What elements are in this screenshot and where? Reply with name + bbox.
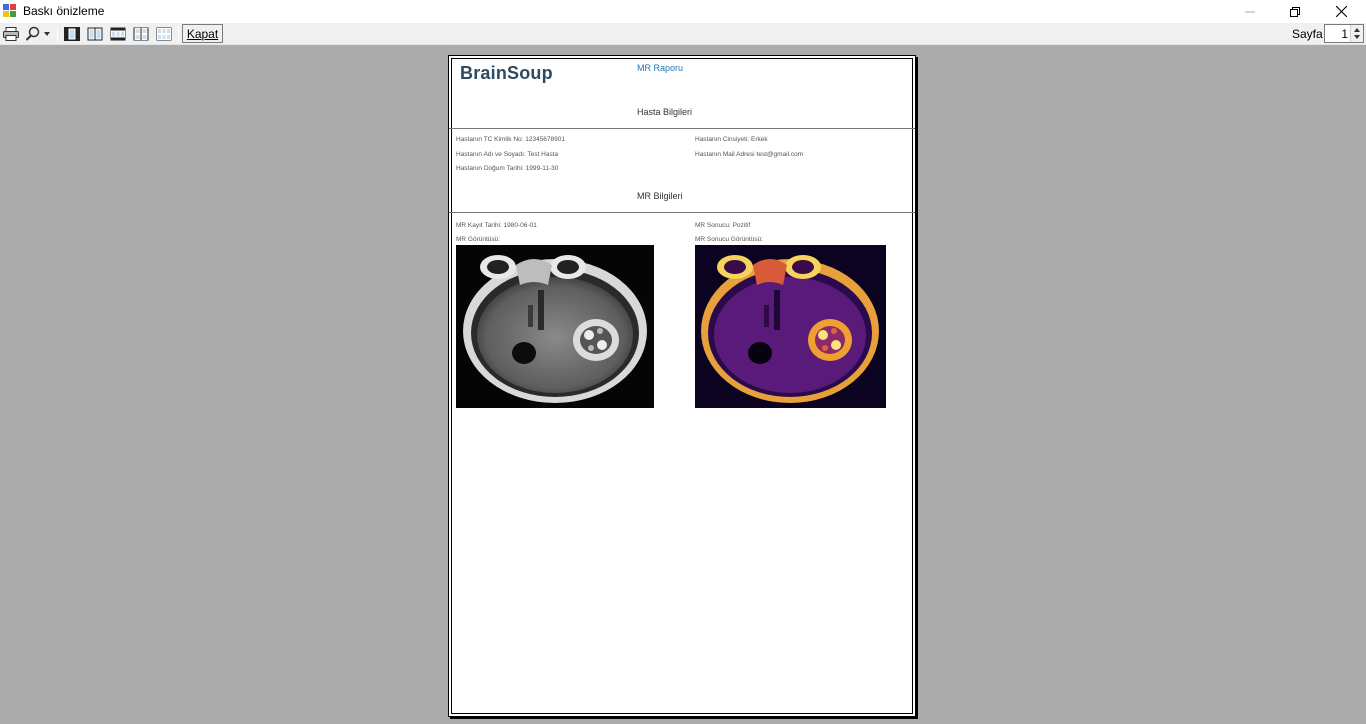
three-pages-icon [110, 27, 126, 41]
stepper-up-icon[interactable] [1354, 28, 1360, 32]
divider [449, 128, 915, 129]
patient-tc: Hastanın TC Kimlik No: 12345678901 [456, 136, 565, 143]
four-pages-button[interactable] [132, 25, 150, 43]
printer-icon [3, 27, 19, 41]
page-label: Sayfa [1292, 27, 1323, 41]
stepper-arrows[interactable] [1350, 25, 1363, 42]
minimize-icon [1245, 11, 1255, 12]
one-page-icon [64, 27, 80, 41]
mr-record-date: MR Kayıt Tarihi: 1980-06-01 [456, 222, 537, 229]
mr-section-title: MR Bilgileri [637, 191, 683, 201]
mr-image-label: MR Görüntüsü: [456, 236, 501, 243]
stepper-down-icon[interactable] [1354, 35, 1360, 39]
print-preview-app-icon [3, 4, 16, 17]
patient-mail: Hastanın Mail Adresi test@gmail.com [695, 151, 804, 158]
report-title: MR Raporu [637, 63, 684, 73]
page-number-stepper[interactable]: 1 [1324, 24, 1364, 43]
restore-icon [1290, 6, 1300, 17]
mr-result-image [695, 245, 886, 408]
close-window-button[interactable] [1318, 0, 1364, 23]
two-pages-button[interactable] [86, 25, 104, 43]
preview-toolbar: Kapat Sayfa 1 [0, 23, 1366, 45]
print-button[interactable] [2, 25, 20, 43]
title-bar: Baskı önizleme [0, 0, 1366, 23]
mr-result-image-label: MR Sonucu Görüntüsü: [695, 236, 763, 243]
six-pages-icon [156, 27, 172, 41]
divider [449, 212, 915, 213]
patient-gender: Hastanın Cinsiyeti: Erkek [695, 136, 768, 143]
minimize-button[interactable] [1227, 0, 1273, 23]
four-pages-icon [133, 27, 149, 41]
three-pages-button[interactable] [109, 25, 127, 43]
magnifier-icon [25, 26, 40, 41]
six-pages-button[interactable] [155, 25, 173, 43]
close-icon [1335, 6, 1347, 17]
mr-result: MR Sonucu: Pozitif [695, 222, 751, 229]
restore-button[interactable] [1272, 0, 1318, 23]
page-number-value: 1 [1341, 27, 1348, 41]
window-title: Baskı önizleme [23, 4, 105, 18]
close-preview-button[interactable]: Kapat [182, 24, 223, 43]
zoom-dropdown-button[interactable] [23, 25, 53, 43]
chevron-down-icon [44, 32, 50, 36]
two-pages-icon [87, 27, 103, 41]
one-page-button[interactable] [63, 25, 81, 43]
mr-image [456, 245, 654, 408]
patient-section-title: Hasta Bilgileri [637, 107, 693, 117]
patient-birth-date: Hastanın Doğum Tarihi: 1999-11-30 [456, 165, 559, 172]
patient-name: Hastanın Adı ve Soyadı: Test Hasta [456, 151, 559, 158]
brand-logo: BrainSoup [460, 63, 553, 83]
